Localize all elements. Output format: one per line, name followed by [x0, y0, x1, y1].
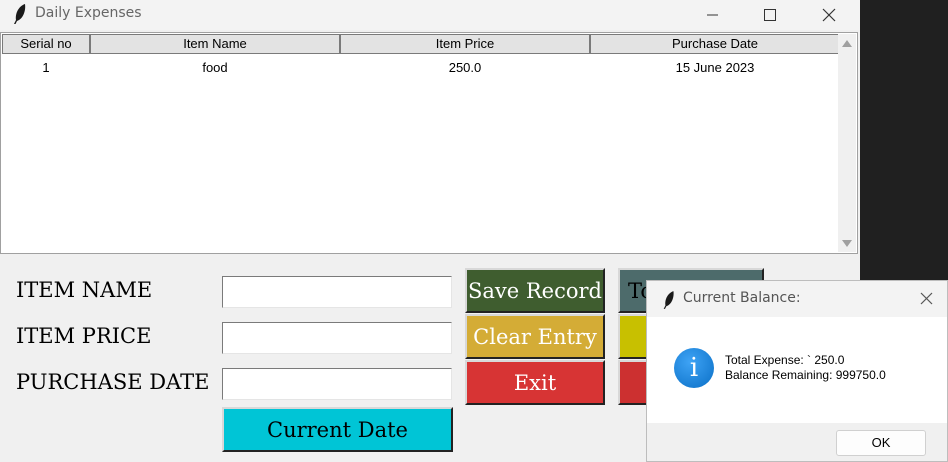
total-expense-text: Total Expense: ` 250.0 — [725, 353, 845, 367]
current-balance-dialog: Current Balance: i Total Expense: ` 250.… — [646, 280, 948, 462]
cell-serial: 1 — [42, 60, 50, 75]
feather-icon — [663, 291, 674, 309]
close-icon — [822, 8, 836, 22]
cell-purchase-date: 15 June 2023 — [675, 60, 755, 75]
dialog-title: Current Balance: — [683, 290, 801, 306]
window-title: Daily Expenses — [35, 5, 142, 21]
minimize-icon — [707, 14, 718, 16]
item-name-label: ITEM NAME — [16, 278, 153, 302]
purchase-date-input[interactable] — [222, 368, 452, 400]
close-icon[interactable] — [920, 292, 933, 305]
expense-table[interactable]: Serial no Item Name Item Price Purchase … — [0, 32, 858, 254]
maximize-button[interactable] — [747, 0, 793, 30]
info-icon: i — [674, 348, 714, 388]
table-row[interactable]: 1 food 250.0 15 June 2023 — [2, 58, 840, 78]
minimize-button[interactable] — [690, 0, 736, 30]
feather-icon — [14, 4, 26, 24]
close-button[interactable] — [806, 0, 852, 30]
item-price-label: ITEM PRICE — [16, 324, 152, 348]
save-record-button[interactable]: Save Record — [465, 268, 605, 313]
dialog-titlebar: Current Balance: — [647, 281, 947, 317]
vertical-scrollbar[interactable] — [838, 34, 856, 252]
ok-button[interactable]: OK — [836, 430, 926, 456]
item-price-input[interactable] — [222, 322, 452, 354]
scroll-down-arrow-icon[interactable] — [842, 240, 852, 247]
item-name-input[interactable] — [222, 276, 452, 308]
scroll-up-arrow-icon[interactable] — [842, 40, 852, 47]
balance-remaining-text: Balance Remaining: 999750.0 — [725, 368, 886, 382]
cell-item-name: food — [202, 60, 228, 75]
column-header-purchase-date[interactable]: Purchase Date — [590, 34, 840, 54]
dialog-message: Total Expense: ` 250.0 Balance Remaining… — [725, 353, 886, 383]
current-date-button[interactable]: Current Date — [222, 407, 453, 452]
clear-entry-button[interactable]: Clear Entry — [465, 314, 605, 359]
table-header: Serial no Item Name Item Price Purchase … — [2, 34, 840, 54]
titlebar: Daily Expenses — [0, 0, 860, 30]
cell-item-price: 250.0 — [448, 60, 482, 75]
column-header-item-price[interactable]: Item Price — [340, 34, 590, 54]
column-header-item-name[interactable]: Item Name — [90, 34, 340, 54]
maximize-icon — [764, 9, 776, 21]
purchase-date-label: PURCHASE DATE — [16, 370, 210, 394]
column-header-serial[interactable]: Serial no — [2, 34, 90, 54]
exit-button[interactable]: Exit — [465, 360, 605, 405]
